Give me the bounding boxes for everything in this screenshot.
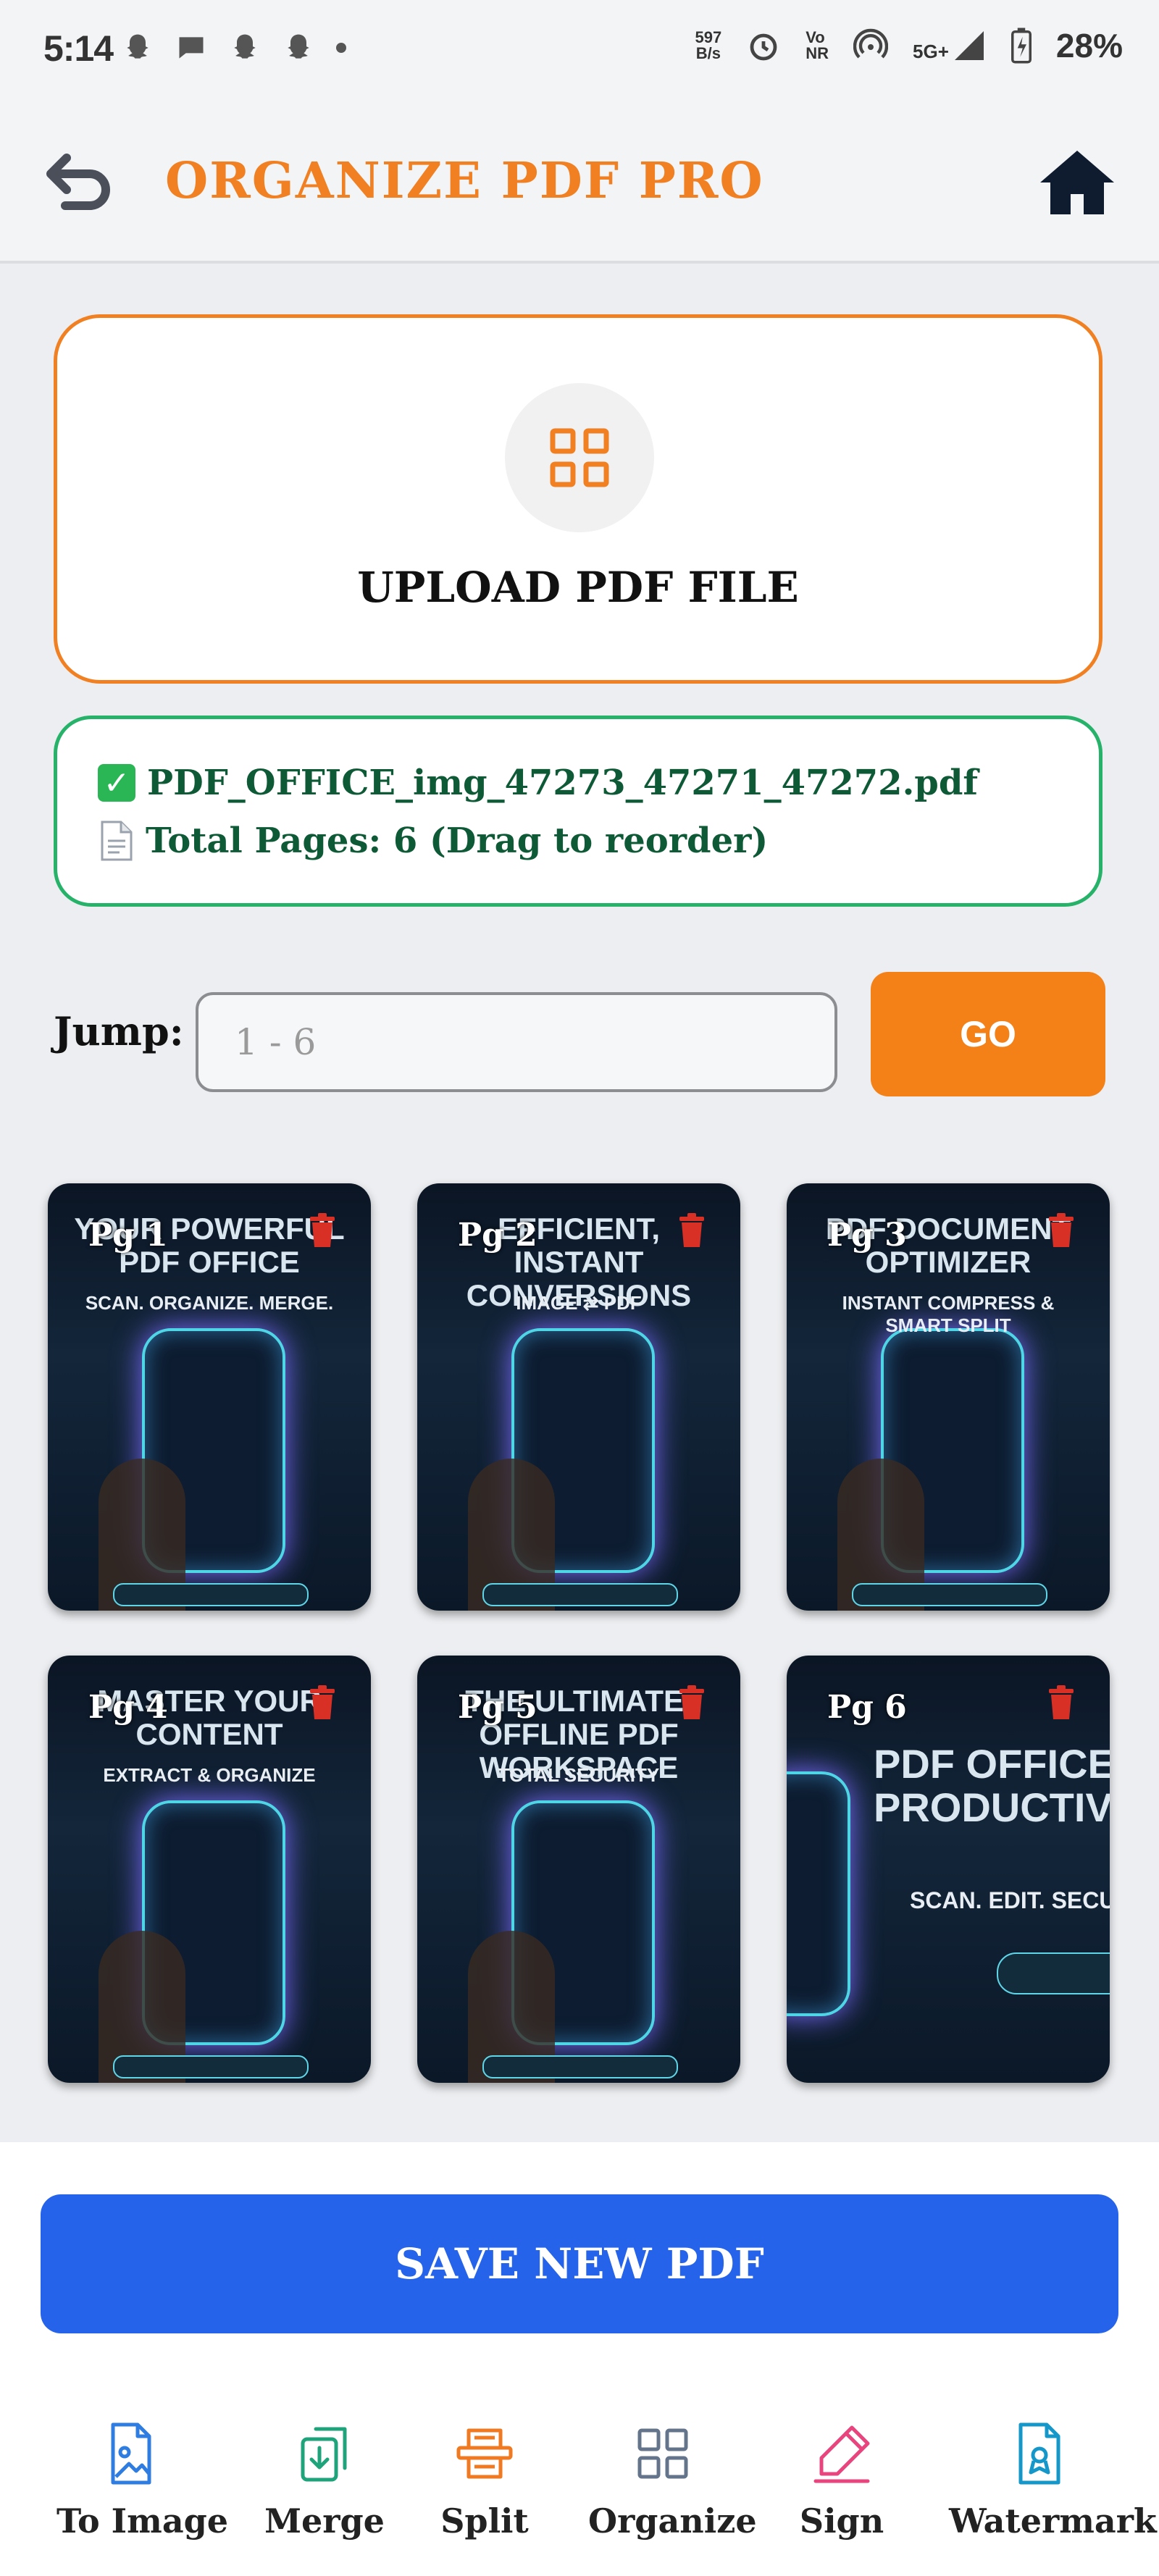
- delete-icon[interactable]: [677, 1685, 707, 1721]
- split-icon: [456, 2428, 513, 2479]
- net-speed-value: 597: [695, 28, 722, 46]
- nav-label: Merge: [264, 2501, 385, 2541]
- back-button[interactable]: [45, 149, 117, 214]
- page-thumbnail[interactable]: MASTER YOUR CONTENT EXTRACT & ORGANIZE P…: [48, 1656, 371, 2083]
- net-speed: 597 B/s: [695, 30, 722, 62]
- page-thumbnail[interactable]: PDF DOCUMENT OPTIMIZER INSTANT COMPRESS …: [787, 1183, 1110, 1611]
- thumbnail-footer-bar: [482, 1583, 678, 1606]
- save-new-pdf-button[interactable]: SAVE NEW PDF: [41, 2194, 1118, 2333]
- alarm-icon: [750, 33, 777, 61]
- delete-icon[interactable]: [677, 1212, 707, 1249]
- snapchat-icon: [229, 32, 261, 64]
- network-type: 5G+: [913, 41, 949, 62]
- page-label: Pg 6: [827, 1689, 907, 1726]
- page-thumbnail[interactable]: PDF OFFICE - PRODUCTIVIT SCAN. EDIT. SEC…: [787, 1656, 1110, 2083]
- hotspot-icon: [853, 28, 889, 59]
- page-label: Pg 2: [458, 1217, 537, 1254]
- snapchat-icon: [122, 32, 154, 64]
- delete-icon[interactable]: [1046, 1212, 1076, 1249]
- nav-label: Split: [440, 2501, 529, 2541]
- upload-pdf-button[interactable]: UPLOAD PDF FILE: [54, 314, 1102, 684]
- go-button[interactable]: GO: [871, 972, 1105, 1096]
- net-speed-unit: B/s: [695, 44, 721, 62]
- save-area: SAVE NEW PDF: [0, 2142, 1159, 2381]
- notification-icons: [122, 32, 346, 64]
- volte-top: Vo: [806, 28, 825, 46]
- thumbnail-subline: TOTAL SECURITY: [498, 1764, 660, 1786]
- thumbnail-subline: EXTRACT & ORGANIZE: [103, 1764, 316, 1786]
- bottom-nav: To Image Merge Split Organize Sign Water…: [0, 2381, 1159, 2576]
- thumbnail-subline: IMAGE ⇄ PDF: [516, 1292, 642, 1314]
- thumbnail-subline: INSTANT COMPRESS & SMART SPLIT: [842, 1292, 1055, 1336]
- document-icon: [101, 821, 133, 861]
- merge-icon: [301, 2427, 347, 2482]
- back-arrow-icon: [46, 154, 110, 210]
- battery-percent: 28%: [1055, 27, 1123, 64]
- watermark-icon: [1018, 2422, 1060, 2485]
- thumbnail-subline: SCAN. EDIT. SECURE: [910, 1887, 1110, 1913]
- nav-label: To Image: [57, 2501, 229, 2541]
- thumbnail-footer-bar: [113, 2055, 309, 2078]
- total-pages: Total Pages: 6 (Drag to reorder): [146, 821, 769, 861]
- nav-label: Watermark: [949, 2501, 1157, 2541]
- signal-icon: [954, 31, 984, 60]
- snapchat-icon: [283, 32, 314, 64]
- thumbnail-footer-bar: [113, 1583, 309, 1606]
- upload-label: UPLOAD PDF FILE: [357, 563, 799, 612]
- thumbnail-headline: PDF OFFICE - PRODUCTIVIT: [874, 1741, 1110, 1830]
- nav-label: Sign: [799, 2501, 884, 2541]
- page-title: ORGANIZE PDF PRO: [165, 152, 764, 210]
- check-icon: ✓: [98, 764, 135, 802]
- battery-icon: [1011, 28, 1032, 64]
- phone-illustration: [787, 1771, 850, 2016]
- jump-page-input[interactable]: [196, 992, 837, 1092]
- pen-icon: [813, 2425, 870, 2483]
- page-thumbnail[interactable]: THE ULTIMATE, OFFLINE PDF WORKSPACE TOTA…: [417, 1656, 740, 2083]
- grid-icon: [550, 428, 609, 487]
- upload-icon-circle: [505, 383, 654, 532]
- page-label: Pg 3: [827, 1217, 907, 1254]
- page-label: Pg 4: [88, 1689, 168, 1726]
- page-label: Pg 5: [458, 1689, 537, 1726]
- status-right: 597 B/s Vo NR 5G+ 28%: [695, 26, 1123, 65]
- thumbnail-subline: SCAN. ORGANIZE. MERGE.: [85, 1292, 334, 1314]
- jump-label: Jump:: [54, 1008, 184, 1054]
- image-icon: [111, 2422, 151, 2485]
- nav-split[interactable]: Split: [435, 2419, 535, 2541]
- nav-to-image[interactable]: To Image: [57, 2419, 229, 2541]
- total-pages-row: Total Pages: 6 (Drag to reorder): [98, 821, 768, 861]
- app-header: ORGANIZE PDF PRO: [0, 101, 1159, 264]
- nav-sign[interactable]: Sign: [797, 2419, 887, 2541]
- volte-indicator: Vo NR: [806, 30, 829, 62]
- nav-organize[interactable]: Organize: [588, 2419, 757, 2541]
- chat-icon: [175, 32, 207, 64]
- file-name-row: ✓ PDF_OFFICE_img_47273_47271_47272.pdf: [98, 763, 978, 803]
- home-button[interactable]: [1037, 146, 1117, 219]
- volte-bottom: NR: [806, 44, 829, 62]
- nav-merge[interactable]: Merge: [258, 2419, 391, 2541]
- thumbnail-footer-bar: [852, 1583, 1047, 1606]
- status-bar: 5:14 597 B/s Vo NR 5G+ 28%: [0, 0, 1159, 101]
- thumbnail-footer-bar: [482, 2055, 678, 2078]
- file-name: PDF_OFFICE_img_47273_47271_47272.pdf: [147, 763, 979, 803]
- delete-icon[interactable]: [307, 1212, 338, 1249]
- home-icon: [1040, 151, 1114, 214]
- page-thumbnail[interactable]: YOUR POWERFUL PDF OFFICE SCAN. ORGANIZE.…: [48, 1183, 371, 1611]
- thumbnail-footer-bar: [997, 1952, 1110, 1994]
- nav-watermark[interactable]: Watermark: [949, 2419, 1157, 2541]
- nav-label: Organize: [588, 2501, 757, 2541]
- grid-icon: [637, 2428, 688, 2479]
- delete-icon[interactable]: [1046, 1685, 1076, 1721]
- dot-icon: [336, 43, 346, 53]
- file-info-card: ✓ PDF_OFFICE_img_47273_47271_47272.pdf T…: [54, 716, 1102, 907]
- status-time: 5:14: [43, 28, 114, 69]
- page-thumbnail[interactable]: EFFICIENT, INSTANT CONVERSIONS IMAGE ⇄ P…: [417, 1183, 740, 1611]
- delete-icon[interactable]: [307, 1685, 338, 1721]
- page-label: Pg 1: [88, 1217, 168, 1254]
- signal-indicator: 5G+: [913, 28, 987, 63]
